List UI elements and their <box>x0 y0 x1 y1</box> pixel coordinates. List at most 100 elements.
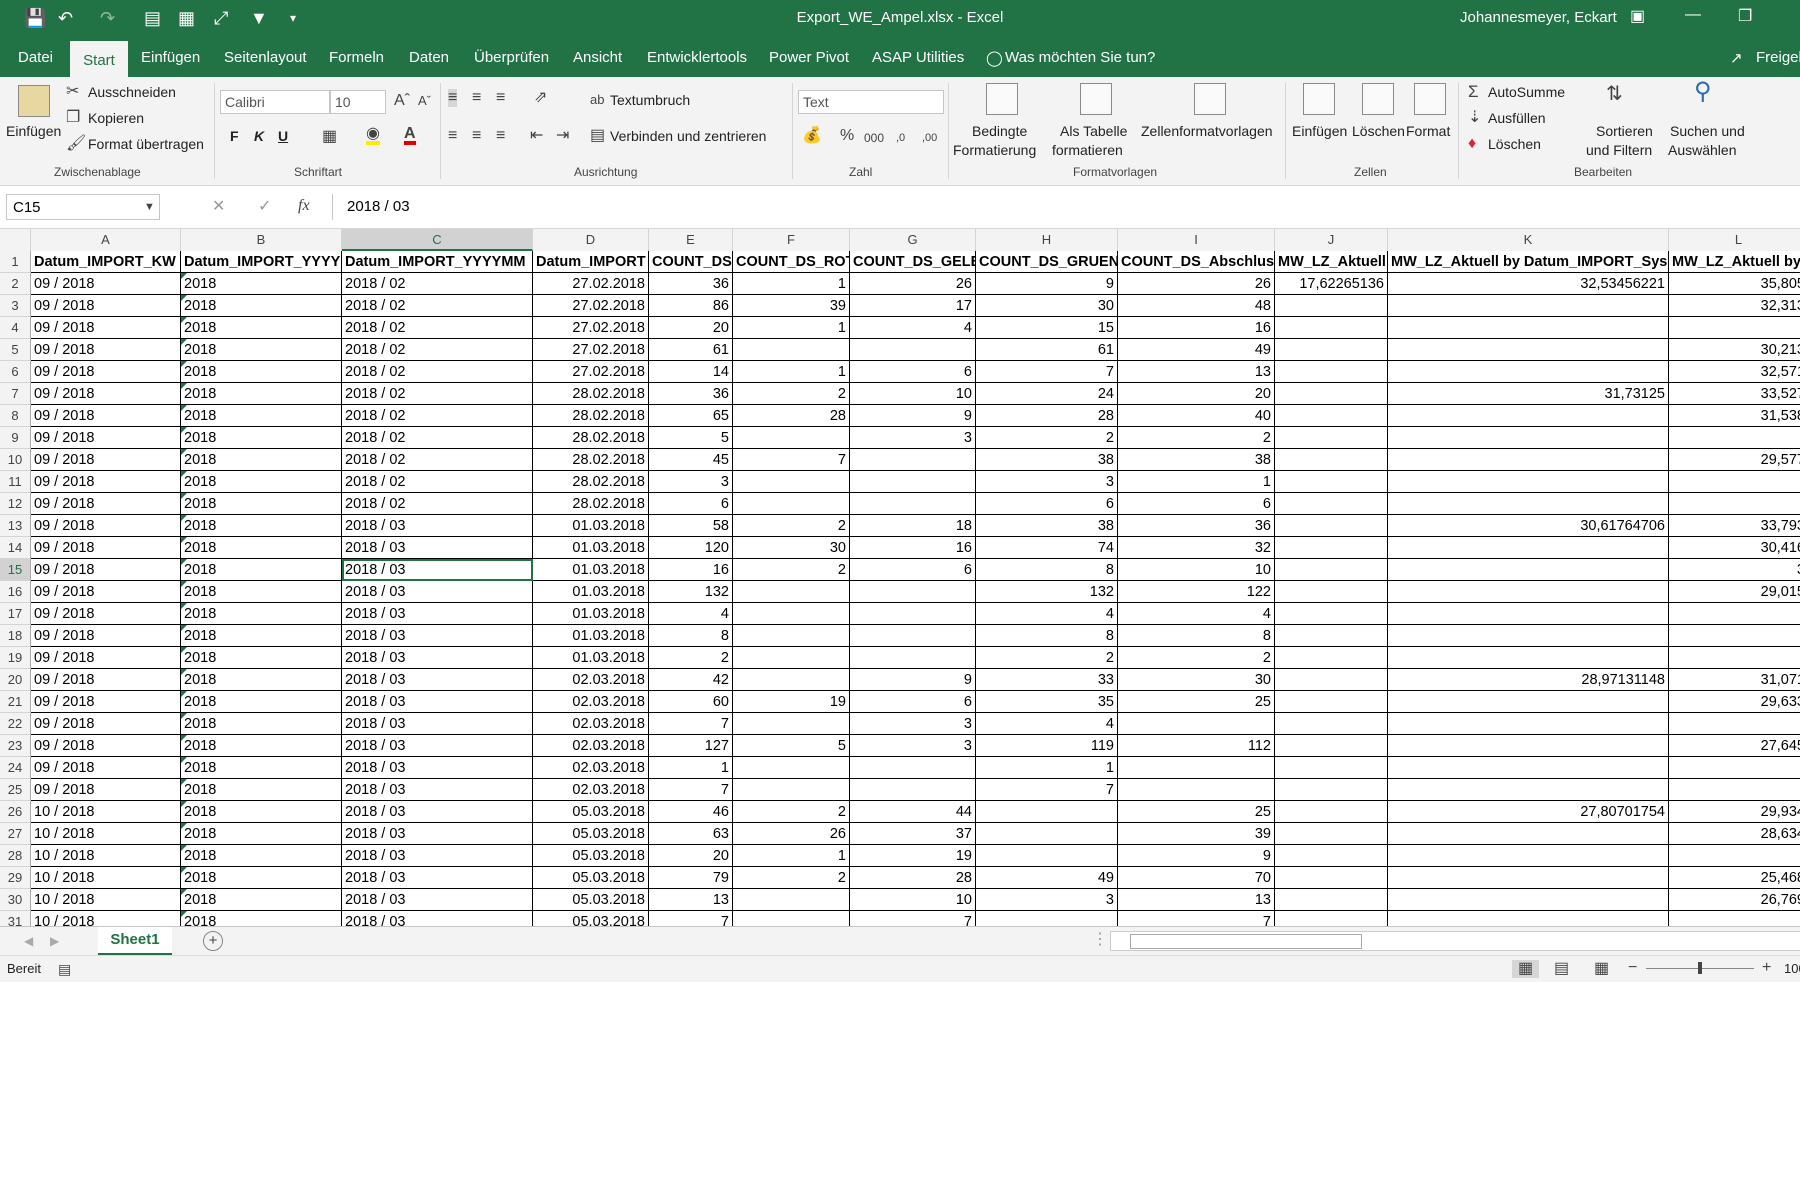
table-cell[interactable]: 09 / 2018 <box>31 383 181 405</box>
table-cell[interactable]: 01.03.2018 <box>533 537 649 559</box>
table-cell[interactable] <box>1275 559 1388 581</box>
row-header[interactable]: 28 <box>0 845 31 867</box>
table-cell[interactable] <box>733 471 850 493</box>
zoom-level[interactable]: 100 % <box>1784 961 1800 976</box>
table-cell[interactable] <box>1388 427 1669 449</box>
table-cell[interactable]: 2018 <box>181 537 342 559</box>
align-right-icon[interactable]: ≡ <box>496 127 505 145</box>
table-cell[interactable] <box>733 603 850 625</box>
table-cell[interactable] <box>976 911 1118 926</box>
table-cell[interactable]: 26 <box>733 823 850 845</box>
table-cell[interactable]: 09 / 2018 <box>31 405 181 427</box>
table-cell[interactable]: 119 <box>976 735 1118 757</box>
table-cell[interactable] <box>1388 405 1669 427</box>
table-cell[interactable] <box>1275 647 1388 669</box>
table-cell[interactable] <box>976 823 1118 845</box>
decrease-decimal-icon[interactable]: ,00 <box>922 129 937 147</box>
table-cell[interactable]: 29,015 <box>1669 581 1800 603</box>
table-cell[interactable]: 2018 / 02 <box>342 493 533 515</box>
orientation-icon[interactable]: ⇗ <box>534 89 547 107</box>
table-cell[interactable]: 09 / 2018 <box>31 713 181 735</box>
table-cell[interactable] <box>1275 603 1388 625</box>
table-cell[interactable]: 09 / 2018 <box>31 427 181 449</box>
table-cell[interactable] <box>1275 537 1388 559</box>
table-cell[interactable]: 10 / 2018 <box>31 823 181 845</box>
paste-icon[interactable] <box>18 85 50 117</box>
table-cell[interactable] <box>1669 625 1800 647</box>
align-top-icon[interactable]: ≡ <box>448 89 458 107</box>
table-cell[interactable]: 15 <box>976 317 1118 339</box>
align-middle-icon[interactable]: ≡ <box>472 89 481 107</box>
tab-start[interactable]: Start <box>70 41 128 77</box>
table-cell[interactable]: 6 <box>850 691 976 713</box>
share-icon[interactable]: ↗ <box>1730 49 1743 67</box>
row-header[interactable]: 17 <box>0 603 31 625</box>
table-cell[interactable] <box>1669 603 1800 625</box>
table-cell[interactable]: 2018 <box>181 845 342 867</box>
merge-center-button[interactable]: Verbinden und zentrieren <box>610 128 766 144</box>
column-header-a[interactable]: A <box>31 229 181 251</box>
table-cell[interactable]: 2018 / 03 <box>342 647 533 669</box>
column-header-g[interactable]: G <box>850 229 976 251</box>
table-cell[interactable]: 7 <box>649 713 733 735</box>
table-cell[interactable]: 26 <box>850 273 976 295</box>
table-cell[interactable]: 28,634 <box>1669 823 1800 845</box>
table-cell[interactable] <box>1669 317 1800 339</box>
table-cell[interactable]: 2 <box>976 427 1118 449</box>
table-cell[interactable] <box>1388 647 1669 669</box>
align-left-icon[interactable]: ≡ <box>448 127 457 145</box>
table-cell[interactable]: 18 <box>850 515 976 537</box>
table-cell[interactable]: 6 <box>850 361 976 383</box>
table-cell[interactable] <box>1669 911 1800 926</box>
tab-ansicht[interactable]: Ansicht <box>573 49 622 66</box>
table-cell[interactable] <box>1669 757 1800 779</box>
row-header[interactable]: 11 <box>0 471 31 493</box>
table-cell[interactable]: 38 <box>1118 449 1275 471</box>
table-cell[interactable]: 120 <box>649 537 733 559</box>
table-cell[interactable]: 28,97131148 <box>1388 669 1669 691</box>
table-cell[interactable]: 09 / 2018 <box>31 603 181 625</box>
table-cell[interactable]: 32,313 <box>1669 295 1800 317</box>
table-cell[interactable]: 10 / 2018 <box>31 801 181 823</box>
table-cell[interactable]: 2018 <box>181 471 342 493</box>
table-cell[interactable] <box>850 581 976 603</box>
table-cell[interactable]: 2018 <box>181 625 342 647</box>
table-cell[interactable]: 05.03.2018 <box>533 911 649 926</box>
select-all-corner[interactable] <box>0 229 31 251</box>
table-cell[interactable]: 02.03.2018 <box>533 691 649 713</box>
table-cell[interactable]: 2018 <box>181 317 342 339</box>
table-cell[interactable]: 32,53456221 <box>1388 273 1669 295</box>
table-cell[interactable]: 24 <box>976 383 1118 405</box>
column-header-f[interactable]: F <box>733 229 850 251</box>
table-cell[interactable]: 01.03.2018 <box>533 647 649 669</box>
table-cell[interactable] <box>733 647 850 669</box>
table-cell[interactable] <box>1388 449 1669 471</box>
table-cell[interactable]: 2018 / 03 <box>342 625 533 647</box>
border-icon[interactable]: ▦ <box>322 128 337 146</box>
table-cell[interactable]: 2018 <box>181 559 342 581</box>
table-cell[interactable] <box>1388 581 1669 603</box>
table-cell[interactable]: 2018 / 03 <box>342 713 533 735</box>
table-cell[interactable]: 3 <box>649 471 733 493</box>
user-name[interactable]: Johannesmeyer, Eckart <box>1460 9 1617 26</box>
table-cell[interactable] <box>1388 603 1669 625</box>
name-box[interactable]: C15 <box>6 194 160 220</box>
table-cell[interactable]: 16 <box>850 537 976 559</box>
table-cell[interactable]: 37 <box>850 823 976 845</box>
table-cell[interactable] <box>1388 339 1669 361</box>
table-cell[interactable]: 01.03.2018 <box>533 625 649 647</box>
table-cell[interactable]: 09 / 2018 <box>31 317 181 339</box>
underline-button[interactable]: U <box>278 128 288 144</box>
table-cell[interactable]: 6 <box>1118 493 1275 515</box>
align-center-icon[interactable]: ≡ <box>472 127 481 145</box>
minimize-icon[interactable]: — <box>1685 6 1701 24</box>
row-header[interactable]: 7 <box>0 383 31 405</box>
column-title-cell[interactable]: Datum_IMPORT <box>533 251 649 273</box>
table-cell[interactable]: 2018 <box>181 713 342 735</box>
row-header[interactable]: 24 <box>0 757 31 779</box>
table-cell[interactable]: 2018 / 03 <box>342 515 533 537</box>
table-cell[interactable]: 2018 / 03 <box>342 603 533 625</box>
italic-button[interactable]: K <box>254 128 264 144</box>
table-cell[interactable]: 27.02.2018 <box>533 339 649 361</box>
table-cell[interactable] <box>1669 713 1800 735</box>
